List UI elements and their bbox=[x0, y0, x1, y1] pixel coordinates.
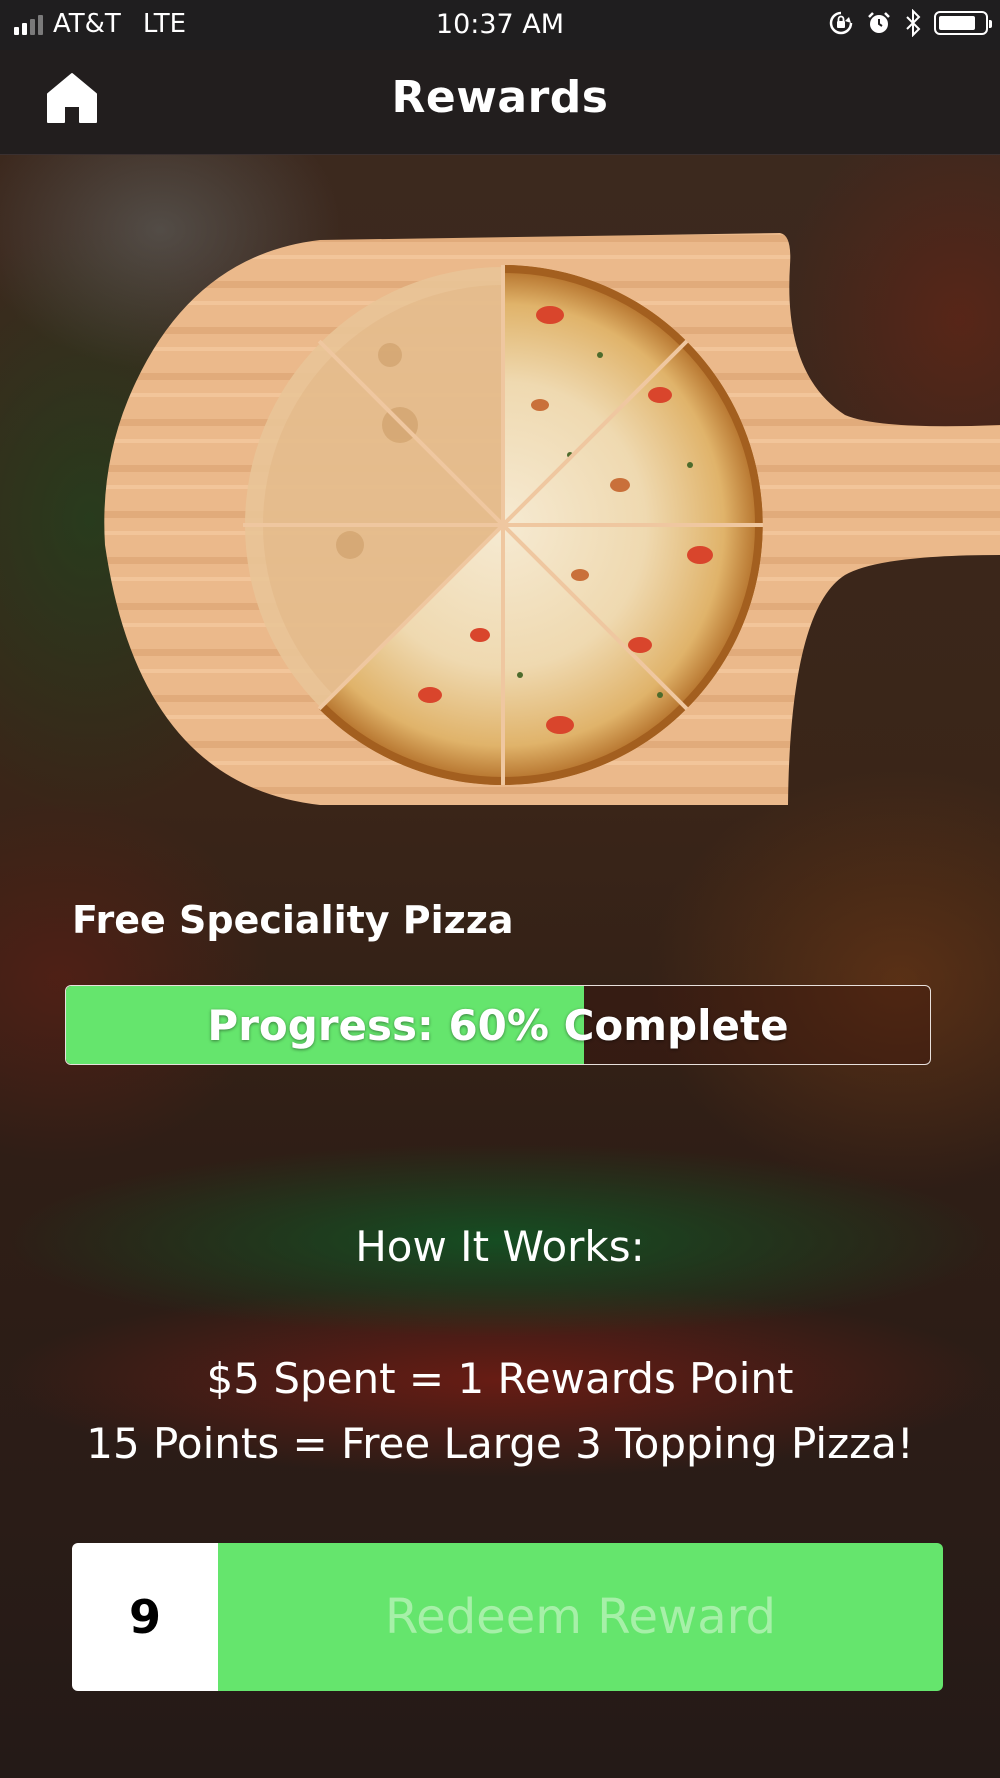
page-title: Rewards bbox=[391, 72, 609, 123]
pizza-progress-graphic bbox=[104, 233, 1000, 805]
how-it-works-title: How It Works: bbox=[355, 1222, 645, 1271]
status-bar: AT&T LTE 10:37 AM bbox=[0, 0, 1000, 50]
rule-points-earned: $5 Spent = 1 Rewards Point bbox=[206, 1354, 794, 1403]
bluetooth-icon bbox=[906, 9, 921, 37]
progress-text: Progress: 60% Complete bbox=[207, 1000, 789, 1050]
redeem-reward-button[interactable]: Redeem Reward bbox=[218, 1543, 943, 1691]
alarm-icon bbox=[868, 12, 890, 33]
rule-points-redeem: 15 Points = Free Large 3 Topping Pizza! bbox=[86, 1419, 914, 1468]
status-right bbox=[828, 9, 992, 37]
progress-bar: Progress: 60% Complete bbox=[65, 985, 931, 1065]
orientation-lock-icon bbox=[829, 11, 853, 35]
points-count: 9 bbox=[72, 1543, 218, 1691]
nav-bar: Rewards bbox=[0, 50, 1000, 155]
battery-icon bbox=[934, 11, 992, 35]
reward-name: Free Speciality Pizza bbox=[72, 898, 514, 942]
